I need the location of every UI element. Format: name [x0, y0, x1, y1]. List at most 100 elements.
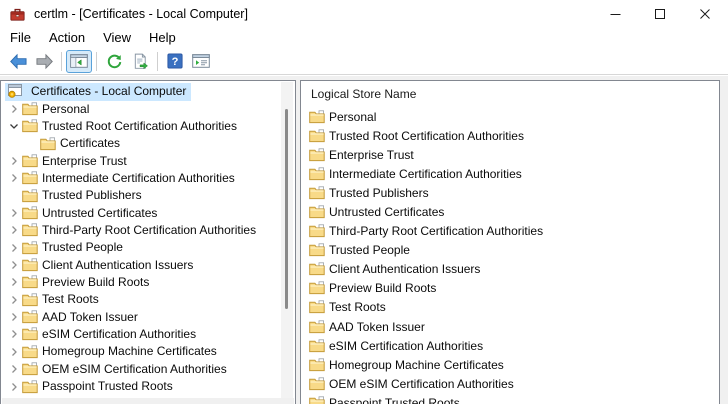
close-button[interactable]: [683, 0, 728, 28]
tree-item[interactable]: Test Roots: [1, 291, 281, 308]
list-item[interactable]: Trusted Publishers: [301, 183, 719, 202]
tree-item[interactable]: Trusted People: [1, 239, 281, 256]
tree-horizontal-scrollbar[interactable]: [2, 398, 294, 404]
back-button[interactable]: [5, 50, 31, 73]
menu-item-view[interactable]: View: [94, 29, 140, 47]
list-item[interactable]: Trusted People: [301, 241, 719, 260]
tree-item-label: Trusted Root Certification Authorities: [42, 118, 237, 133]
refresh-button[interactable]: [101, 50, 127, 73]
chevron-icon[interactable]: [5, 205, 22, 221]
folder-icon: [22, 119, 38, 134]
list-item[interactable]: AAD Token Issuer: [301, 317, 719, 336]
list-item[interactable]: Test Roots: [301, 298, 719, 317]
tree-item[interactable]: AAD Token Issuer: [1, 308, 281, 325]
folder-icon: [22, 240, 38, 255]
chevron-icon[interactable]: [5, 326, 22, 342]
chevron-icon[interactable]: [5, 274, 22, 290]
tree-item[interactable]: Trusted Root Certification Authorities: [1, 118, 281, 135]
toolbar-separator: [96, 51, 97, 71]
action-pane-button[interactable]: [188, 50, 214, 73]
menu-item-action[interactable]: Action: [40, 29, 94, 47]
chevron-icon[interactable]: [5, 344, 22, 360]
tree-scrollbar-thumb[interactable]: [285, 109, 288, 309]
chevron-icon[interactable]: [5, 379, 22, 395]
forward-button[interactable]: [31, 50, 57, 73]
folder-icon: [22, 223, 38, 238]
help-icon: ?: [167, 53, 183, 69]
toolbar: ?: [0, 48, 728, 75]
menu-item-file[interactable]: File: [1, 29, 40, 47]
window-controls: [593, 0, 728, 28]
chevron-icon[interactable]: [5, 257, 22, 273]
folder-icon: [22, 379, 38, 394]
folder-icon: [22, 310, 38, 325]
tree-scrollbar[interactable]: [281, 82, 293, 398]
list-item[interactable]: Personal: [301, 107, 719, 126]
list-item-label: Passpoint Trusted Roots: [329, 395, 460, 404]
tree-item[interactable]: Trusted Publishers: [1, 187, 281, 204]
tree-item-label: OEM eSIM Certification Authorities: [42, 361, 227, 376]
list-item[interactable]: Preview Build Roots: [301, 279, 719, 298]
tree-item[interactable]: Personal: [1, 100, 281, 117]
tree-item-root[interactable]: Certificates - Local Computer: [1, 83, 281, 102]
list-item[interactable]: Intermediate Certification Authorities: [301, 164, 719, 183]
arrow-right-icon: [35, 53, 53, 69]
folder-icon: [309, 395, 325, 404]
export-list-button[interactable]: [127, 50, 153, 73]
chevron-icon[interactable]: [5, 309, 22, 325]
list-item[interactable]: Enterprise Trust: [301, 145, 719, 164]
list-item-label: Homegroup Machine Certificates: [329, 357, 504, 372]
list-item[interactable]: Third-Party Root Certification Authoriti…: [301, 222, 719, 241]
list-item-label: AAD Token Issuer: [329, 319, 425, 334]
tree-item-label: Untrusted Certificates: [42, 205, 158, 220]
maximize-icon: [655, 8, 665, 19]
chevron-icon[interactable]: [5, 118, 22, 134]
chevron-icon[interactable]: [5, 101, 22, 117]
list-item-label: Third-Party Root Certification Authoriti…: [329, 224, 544, 239]
folder-icon: [309, 300, 325, 315]
tree-item[interactable]: eSIM Certification Authorities: [1, 326, 281, 343]
folder-icon: [22, 327, 38, 342]
tree-item[interactable]: OEM eSIM Certification Authorities: [1, 361, 281, 378]
tree-item[interactable]: Passpoint Trusted Roots: [1, 378, 281, 395]
chevron-icon[interactable]: [5, 292, 22, 308]
list-item[interactable]: Homegroup Machine Certificates: [301, 355, 719, 374]
list-item[interactable]: Client Authentication Issuers: [301, 260, 719, 279]
menu-bar: File Action View Help: [0, 28, 728, 48]
tree-item-label: Certificates: [60, 136, 121, 151]
list-header-logical-store-name[interactable]: Logical Store Name: [301, 81, 719, 106]
menu-item-help[interactable]: Help: [140, 29, 185, 47]
list-item-label: Intermediate Certification Authorities: [329, 166, 522, 181]
folder-icon: [22, 344, 38, 359]
tree-item[interactable]: Enterprise Trust: [1, 152, 281, 169]
folder-icon: [309, 109, 325, 124]
export-list-icon: [134, 53, 148, 69]
tree-item[interactable]: Client Authentication Issuers: [1, 256, 281, 273]
list-item[interactable]: Passpoint Trusted Roots: [301, 393, 719, 404]
list-item[interactable]: Trusted Root Certification Authorities: [301, 126, 719, 145]
chevron-icon[interactable]: [5, 222, 22, 238]
chevron-icon[interactable]: [5, 240, 22, 256]
tree-item[interactable]: Third-Party Root Certification Authoriti…: [1, 222, 281, 239]
show-console-tree-button[interactable]: [66, 49, 92, 73]
list-item[interactable]: Untrusted Certificates: [301, 202, 719, 221]
chevron-icon[interactable]: [5, 188, 22, 204]
tree-item[interactable]: Preview Build Roots: [1, 274, 281, 291]
tree-item-label: Personal: [42, 101, 90, 116]
minimize-button[interactable]: [593, 0, 638, 28]
store-list: Personal Trusted Root Certification Auth…: [301, 107, 719, 404]
tree-item[interactable]: Intermediate Certification Authorities: [1, 170, 281, 187]
mmc-toolbox-icon[interactable]: [9, 6, 26, 23]
help-button[interactable]: ?: [162, 50, 188, 73]
tree-item[interactable]: Homegroup Machine Certificates: [1, 343, 281, 360]
list-item[interactable]: eSIM Certification Authorities: [301, 336, 719, 355]
chevron-icon[interactable]: [23, 136, 40, 152]
chevron-icon[interactable]: [5, 170, 22, 186]
list-item[interactable]: OEM eSIM Certification Authorities: [301, 374, 719, 393]
maximize-button[interactable]: [638, 0, 683, 28]
list-item-label: Personal: [329, 109, 377, 124]
tree-item[interactable]: Untrusted Certificates: [1, 204, 281, 221]
chevron-icon[interactable]: [5, 153, 22, 169]
tree-item[interactable]: Certificates: [1, 135, 281, 152]
chevron-icon[interactable]: [5, 361, 22, 377]
